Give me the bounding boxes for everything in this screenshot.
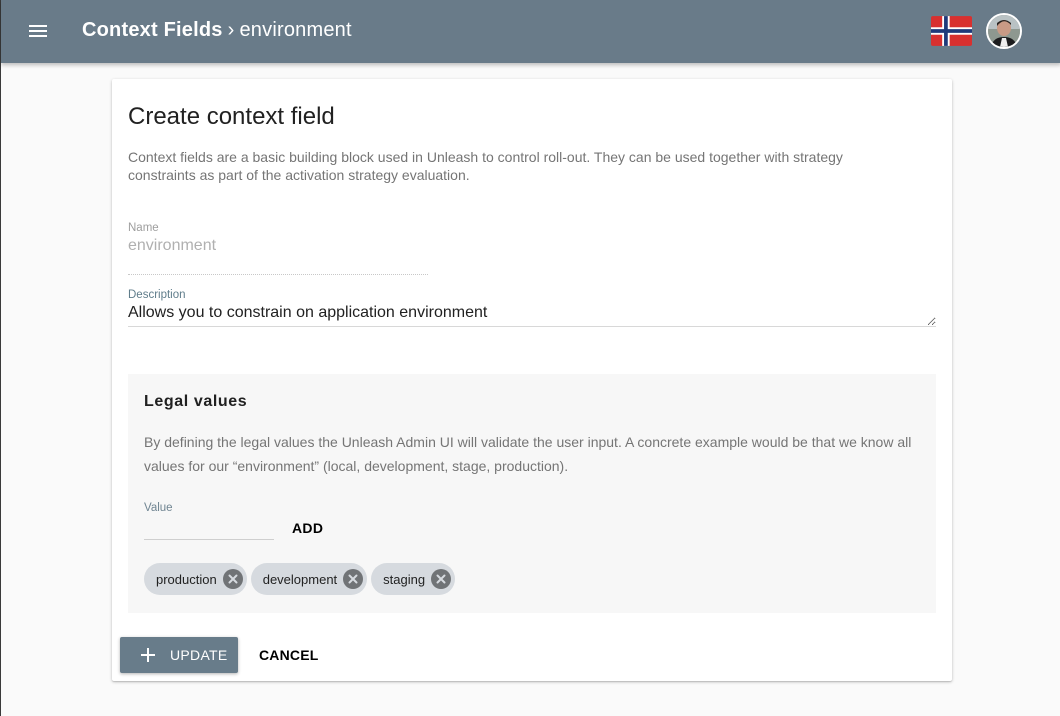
page-title: Create context field: [128, 103, 335, 130]
language-selector[interactable]: [931, 16, 972, 46]
hamburger-menu-icon: [29, 25, 47, 37]
update-button[interactable]: UPDATE: [120, 637, 238, 673]
chip-label: production: [156, 571, 217, 587]
description-input[interactable]: Allows you to constrain on application e…: [128, 303, 936, 327]
update-button-label: UPDATE: [170, 647, 228, 663]
value-field: Value: [144, 502, 274, 540]
page-description: Context fields are a basic building bloc…: [128, 149, 843, 183]
norway-flag-icon: [931, 16, 972, 46]
description-field: Description Allows you to constrain on a…: [128, 289, 936, 327]
name-field: Name environment: [128, 222, 428, 275]
user-avatar[interactable]: [986, 13, 1022, 49]
plus-icon: [140, 647, 156, 663]
breadcrumb-current: environment: [239, 19, 352, 41]
chip-label: staging: [383, 571, 426, 587]
value-field-label: Value: [144, 502, 173, 514]
add-value-button[interactable]: ADD: [282, 514, 333, 542]
breadcrumb-parent[interactable]: Context Fields: [82, 19, 223, 41]
name-input: environment: [128, 236, 428, 275]
cancel-circle-icon[interactable]: [431, 569, 452, 589]
menu-button[interactable]: [25, 18, 51, 44]
avatar-image: [988, 15, 1020, 47]
breadcrumb: Context Fields › environment: [82, 19, 352, 42]
cancel-button[interactable]: CANCEL: [249, 637, 329, 673]
name-value: environment: [128, 237, 217, 254]
chip-label: development: [262, 571, 338, 587]
app-header: Context Fields › environment: [1, 0, 1060, 63]
legal-values-title: Legal values: [144, 393, 248, 410]
legal-value-chip: staging: [371, 563, 456, 595]
legal-values-section: Legal values By defining the legal value…: [128, 374, 936, 613]
context-field-form-card: Create context field Context fields are …: [112, 79, 952, 681]
cancel-circle-icon[interactable]: [222, 569, 243, 589]
legal-values-description: By defining the legal values the Unleash…: [144, 434, 912, 474]
legal-values-chip-list: production development staging: [144, 563, 456, 595]
name-field-label: Name: [128, 222, 159, 234]
legal-value-chip: development: [250, 563, 368, 595]
legal-value-chip: production: [144, 563, 247, 595]
value-input[interactable]: [144, 516, 274, 540]
description-field-label: Description: [128, 289, 186, 301]
cancel-circle-icon[interactable]: [343, 569, 364, 589]
breadcrumb-separator: ›: [227, 19, 235, 41]
